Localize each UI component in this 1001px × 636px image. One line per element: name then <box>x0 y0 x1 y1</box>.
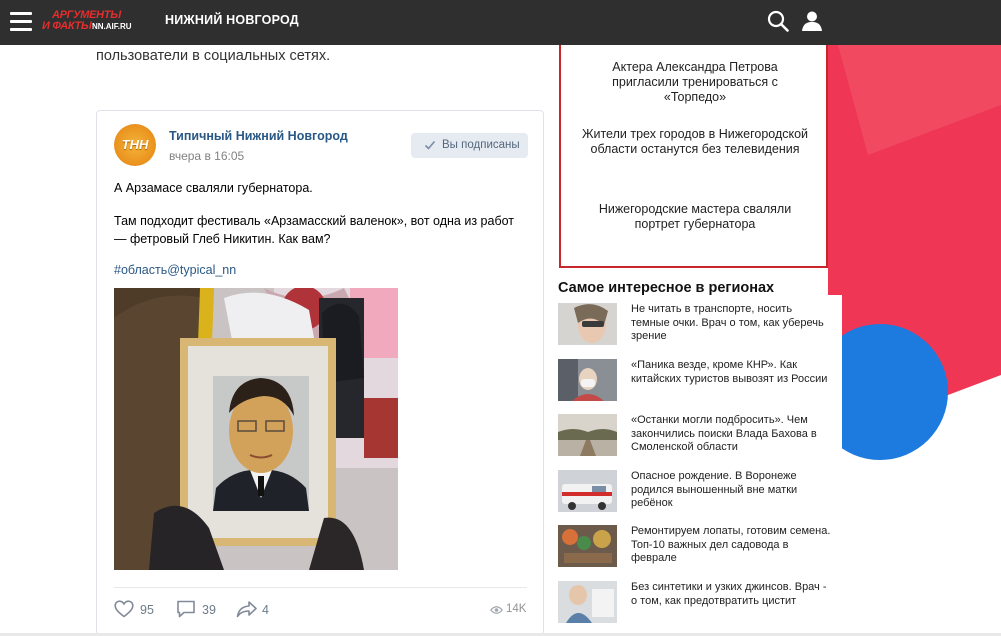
eye-icon <box>490 606 503 614</box>
region-news-text: Опасное рождение. В Воронеже родился вын… <box>631 470 798 509</box>
like-count: 95 <box>140 603 154 617</box>
comment-count: 39 <box>202 603 216 617</box>
post-hashtag-link[interactable]: #область@typical_nn <box>114 263 236 277</box>
post-photo-felt-portrait[interactable] <box>114 288 398 570</box>
post-timestamp[interactable]: вчера в 16:05 <box>169 149 244 163</box>
news-thumbnail <box>558 581 617 623</box>
background-decoration <box>828 45 1001 515</box>
sidebar-news-item[interactable]: Актера Александра Петрова пригласили тре… <box>581 60 809 105</box>
news-thumbnail <box>558 414 617 456</box>
post-text-line: А Арзамасе сваляли губернатора. <box>114 181 313 195</box>
post-divider <box>114 587 527 588</box>
share-icon <box>236 601 257 618</box>
share-button[interactable]: 4 <box>236 600 276 620</box>
comment-icon <box>177 600 195 618</box>
region-news-item[interactable]: Не читать в транспорте, носить темные оч… <box>558 303 828 347</box>
region-news-text: «Останки могли подбросить». Чем закончил… <box>631 414 817 453</box>
user-icon[interactable] <box>801 10 823 32</box>
avatar-label: ТНН <box>121 137 149 152</box>
social-post-embed: ТНН Типичный Нижний Новгород вчера в 16:… <box>96 110 544 635</box>
subscribed-label: Вы подписаны <box>442 139 520 151</box>
post-text-line: Там подходит фестиваль «Арзамасский вале… <box>114 214 514 246</box>
post-author-name[interactable]: Типичный Нижний Новгород <box>169 129 348 143</box>
news-thumbnail <box>558 303 617 345</box>
post-text: А Арзамасе сваляли губернатора. Там подх… <box>114 179 524 248</box>
city-selector[interactable]: НИЖНИЙ НОВГОРОД <box>165 13 299 27</box>
share-count: 4 <box>262 603 269 617</box>
comment-button[interactable]: 39 <box>176 600 221 620</box>
region-news-item[interactable]: Без синтетики и узких джинсов. Врач - о … <box>558 581 828 625</box>
site-header: АРГУМЕНТЫ И ФАКТЫ NN.AIF.RU НИЖНИЙ НОВГО… <box>0 0 1001 45</box>
checkmark-icon <box>424 140 436 150</box>
heart-icon <box>114 600 134 618</box>
logo-line2: И ФАКТЫ <box>42 20 92 32</box>
subscribed-button[interactable]: Вы подписаны <box>411 133 528 158</box>
sidebar-news-item[interactable]: Нижегородские мастера сваляли портрет гу… <box>581 202 809 232</box>
region-news-item[interactable]: Ремонтируем лопаты, готовим семена. Топ-… <box>558 525 831 569</box>
like-button[interactable]: 95 <box>114 600 159 620</box>
site-logo[interactable]: АРГУМЕНТЫ И ФАКТЫ NN.AIF.RU <box>42 8 142 34</box>
view-count: 14K <box>506 603 527 615</box>
region-news-item[interactable]: «Паника везде, кроме КНР». Как китайских… <box>558 359 828 403</box>
regions-section-title: Самое интересное в регионах <box>558 280 775 296</box>
region-news-text: Без синтетики и узких джинсов. Врач - о … <box>631 581 827 607</box>
sidebar-news-item[interactable]: Жители трех городов в Нижегородской обла… <box>581 127 809 157</box>
region-news-item[interactable]: «Останки могли подбросить». Чем закончил… <box>558 414 828 458</box>
news-thumbnail <box>558 470 617 512</box>
search-icon[interactable] <box>767 10 789 32</box>
post-author-avatar[interactable]: ТНН <box>114 124 156 166</box>
logo-domain: NN.AIF.RU <box>92 22 132 31</box>
region-news-text: Не читать в транспорте, носить темные оч… <box>631 303 824 342</box>
article-paragraph: пользователи в социальных сетях. <box>96 48 331 64</box>
news-thumbnail <box>558 525 617 567</box>
sidebar-news-box: Актера Александра Петрова пригласили тре… <box>559 45 828 268</box>
region-news-text: Ремонтируем лопаты, готовим семена. Топ-… <box>631 525 831 564</box>
news-thumbnail <box>558 359 617 401</box>
hamburger-menu-icon[interactable] <box>10 12 32 32</box>
region-news-item[interactable]: Опасное рождение. В Воронеже родился вын… <box>558 470 828 514</box>
region-news-text: «Паника везде, кроме КНР». Как китайских… <box>631 359 828 385</box>
